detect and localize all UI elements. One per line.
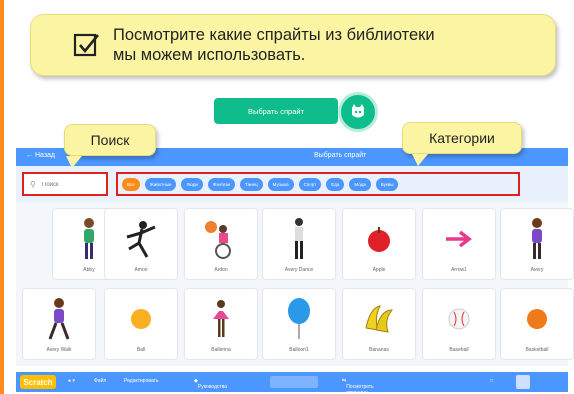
sprite-card[interactable]: Apple — [342, 208, 416, 280]
callout-text: Посмотрите какие спрайты из библиотеки м… — [113, 25, 435, 65]
sprite-name: Ardon — [214, 267, 228, 273]
categories-highlight: Все Животные Люди Фэнтези Танец Музыка С… — [116, 172, 520, 196]
category-sports[interactable]: Спорт — [298, 177, 322, 191]
bananas-icon — [343, 295, 415, 343]
sprite-card[interactable]: Arrow1 — [422, 208, 496, 280]
apple-icon — [343, 215, 415, 263]
category-food[interactable]: Еда — [326, 177, 345, 191]
girl-figure-icon — [501, 215, 573, 263]
sprite-card[interactable]: Avery Dance — [262, 208, 336, 280]
category-letters[interactable]: Буквы — [375, 177, 399, 191]
categories-tag: Категории — [402, 122, 522, 154]
menu-share[interactable]: ⇆ Посмотреть страницу проекта — [342, 378, 374, 394]
sprite-card[interactable]: Avery — [500, 208, 574, 280]
menu-bar: Scratch ● ▾ Файл Редактировать ◆ Руковод… — [16, 372, 568, 394]
category-animals[interactable]: Животные — [144, 177, 177, 191]
sprite-name: Bananas — [369, 347, 389, 353]
menu-tutorials[interactable]: ◆ Руководства — [194, 378, 227, 390]
search-tag: Поиск — [64, 124, 156, 156]
balloon-icon — [263, 295, 335, 343]
baseball-icon — [423, 295, 495, 343]
checkbox-check-icon — [73, 33, 100, 57]
search-icon: ⚲ — [30, 180, 36, 189]
sprite-card[interactable]: Ardon — [184, 208, 258, 280]
dancer-figure-icon — [105, 215, 177, 263]
sprite-name: Arrow1 — [451, 267, 467, 273]
sprite-name: Avery Walk — [46, 347, 72, 353]
choose-sprite-label[interactable]: Выбрать спрайт — [214, 98, 338, 124]
globe-icon[interactable]: ● ▾ — [68, 378, 75, 384]
sprite-card[interactable]: Ballerina — [184, 288, 258, 360]
ballerina-figure-icon — [185, 295, 257, 343]
sprite-card[interactable]: Avery Walk — [22, 288, 96, 360]
sprite-name: Apple — [372, 267, 386, 273]
project-title-input[interactable] — [270, 376, 318, 388]
sprite-card[interactable]: Ball — [104, 288, 178, 360]
sprite-name: Balloon1 — [289, 347, 309, 353]
share-label: Посмотреть страницу проекта — [346, 384, 374, 394]
folder-icon[interactable]: □ — [490, 378, 493, 384]
back-button[interactable]: ← Назад — [26, 152, 55, 159]
sprite-card[interactable]: Bananas — [342, 288, 416, 360]
walking-figure-icon — [23, 295, 95, 343]
sprite-card[interactable]: Baseball — [422, 288, 496, 360]
scratch-logo[interactable]: Scratch — [20, 375, 56, 389]
categories-tag-pointer — [412, 154, 428, 166]
category-fashion[interactable]: Мода — [349, 177, 371, 191]
search-input[interactable] — [42, 178, 102, 192]
category-people[interactable]: Люди — [181, 177, 203, 191]
search-highlight: ⚲ — [22, 172, 108, 196]
standing-figure-icon — [263, 215, 335, 263]
menu-edit[interactable]: Редактировать — [124, 378, 159, 384]
choose-sprite-button[interactable] — [338, 92, 378, 132]
menu-file[interactable]: Файл — [94, 378, 106, 384]
library-title: Выбрать спрайт — [314, 152, 367, 159]
sprite-name: Avery — [530, 267, 544, 273]
ball-icon — [105, 295, 177, 343]
sprite-name: Avery Dance — [284, 267, 314, 273]
category-all[interactable]: Все — [122, 177, 140, 191]
tutorials-label: Руководства — [197, 384, 228, 390]
sprite-name: Amon — [134, 267, 148, 273]
sprite-name: Baseball — [449, 347, 469, 353]
back-label: Назад — [34, 152, 56, 159]
search-tag-pointer — [66, 156, 82, 168]
callout-line-1: Посмотрите какие спрайты из библиотеки — [113, 26, 435, 44]
cat-icon — [352, 104, 364, 118]
avatar[interactable] — [516, 375, 530, 389]
arrow-icon — [423, 215, 495, 263]
instruction-callout: Посмотрите какие спрайты из библиотеки м… — [30, 14, 556, 76]
sprite-name: Ball — [136, 347, 146, 353]
sprite-card[interactable]: Amon — [104, 208, 178, 280]
sprite-name: Basketball — [525, 347, 549, 353]
category-dance[interactable]: Танец — [240, 177, 263, 191]
basketball-icon — [501, 295, 573, 343]
sprite-card[interactable]: Basketball — [500, 288, 574, 360]
callout-line-2: мы можем использовать. — [113, 46, 306, 64]
category-fantasy[interactable]: Фэнтези — [207, 177, 236, 191]
sprite-name: Ballerina — [211, 347, 231, 353]
left-edge-stripe — [0, 0, 4, 394]
sprite-card[interactable]: Balloon1 — [262, 288, 336, 360]
slide: Посмотрите какие спрайты из библиотеки м… — [0, 0, 574, 394]
wheelchair-figure-icon — [185, 215, 257, 263]
category-music[interactable]: Музыка — [267, 177, 294, 191]
